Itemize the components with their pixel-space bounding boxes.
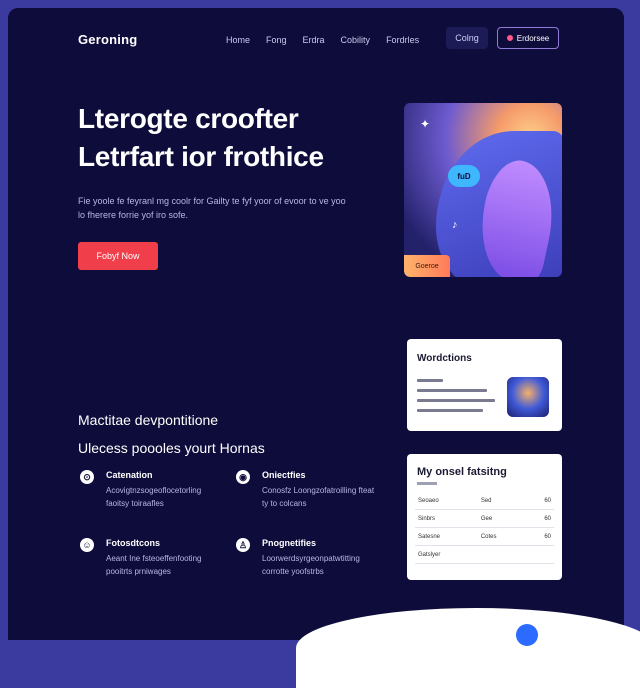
nav-link-5[interactable]: Fordrles — [386, 35, 419, 45]
nav-link-3[interactable]: Erdra — [303, 35, 325, 45]
art-chip: fuD — [448, 165, 480, 187]
hero-description: Fie yoole fe feyranl mg coolr for Gailty… — [78, 196, 346, 220]
chat-bubble-icon[interactable] — [516, 624, 538, 646]
feature-desc: Aeant Ine fsteoeffenfooting pooitrts prn… — [106, 554, 202, 576]
clock-icon: ⊙ — [80, 470, 94, 484]
feature-title: Catenation — [106, 470, 153, 480]
text-line — [417, 409, 483, 412]
nav-links: Home Fong Erdra Cobility Fordrles — [226, 35, 419, 45]
feature-title: Oniectfies — [262, 470, 306, 480]
table-row[interactable]: Gatslyer — [415, 545, 554, 564]
card-subtitle-line — [417, 482, 437, 485]
bottom-wave — [296, 608, 640, 688]
card-title: Wordctions — [417, 353, 472, 364]
person-icon: ♙ — [236, 538, 250, 552]
text-line — [417, 399, 495, 402]
text-line — [417, 389, 487, 392]
signup-button-label: Erdorsee — [516, 33, 550, 43]
login-button[interactable]: Colng — [446, 27, 488, 49]
feature-title: Pnognetifies — [262, 538, 317, 548]
data-table: Seoaeo Sed 60 Sinbrs Gee 60 Satesne Cote… — [415, 492, 554, 564]
text-line — [417, 379, 443, 382]
signup-dot-icon — [506, 35, 513, 41]
feature-desc: Conosfz Loongzofatroilling fteat ty to c… — [262, 486, 375, 508]
nav-link-2[interactable]: Fong — [266, 35, 287, 45]
target-icon: ◉ — [236, 470, 250, 484]
section-title-line-1: Mactitae devpontitione — [78, 412, 219, 428]
signup-button[interactable]: Erdorsee — [497, 27, 559, 49]
table-row[interactable]: Seoaeo Sed 60 — [415, 492, 554, 510]
feature-title: Fotosdtcons — [106, 538, 160, 548]
card-title: My onsel fatsitng — [417, 466, 507, 478]
art-tag: Goeroe — [404, 255, 450, 277]
nav-link-home[interactable]: Home — [226, 35, 250, 45]
section-title: Mactitae devpontitione Ulecess poooles y… — [78, 406, 265, 462]
hero-illustration: fuD ✦ ♪ Goeroe — [404, 103, 562, 277]
sparkle-icon: ✦ — [420, 117, 431, 131]
cta-button[interactable]: Fobyf Now — [78, 242, 158, 270]
hero-title-line-2: Letrfart ior frothice — [78, 141, 324, 172]
feature-desc: Acovigtnzsogeoflocetorling faoitsy toira… — [106, 486, 202, 508]
card-thumbnail — [507, 377, 549, 417]
card-widgets[interactable]: Wordctions — [407, 339, 562, 431]
table-row[interactable]: Sinbrs Gee 60 — [415, 509, 554, 528]
music-icon: ♪ — [452, 219, 458, 231]
hero-title-line-1: Lterogte croofter — [78, 103, 299, 134]
card-table[interactable]: My onsel fatsitng Seoaeo Sed 60 Sinbrs G… — [407, 454, 562, 580]
top-nav: Geroning Home Fong Erdra Cobility Fordrl… — [8, 8, 624, 72]
face-icon: ☺ — [80, 538, 94, 552]
feature-desc: Loorwerdsyrgeonpatwtitting corrotte yoof… — [262, 554, 360, 576]
logo[interactable]: Geroning — [78, 32, 137, 47]
hero-title: Lterogte croofter Letrfart ior frothice — [78, 100, 378, 176]
page-frame: Geroning Home Fong Erdra Cobility Fordrl… — [8, 8, 624, 640]
table-row[interactable]: Satesne Cotes 60 — [415, 527, 554, 546]
nav-link-4[interactable]: Cobility — [341, 35, 371, 45]
section-title-line-2: Ulecess poooles yourt Hornas — [78, 440, 265, 456]
